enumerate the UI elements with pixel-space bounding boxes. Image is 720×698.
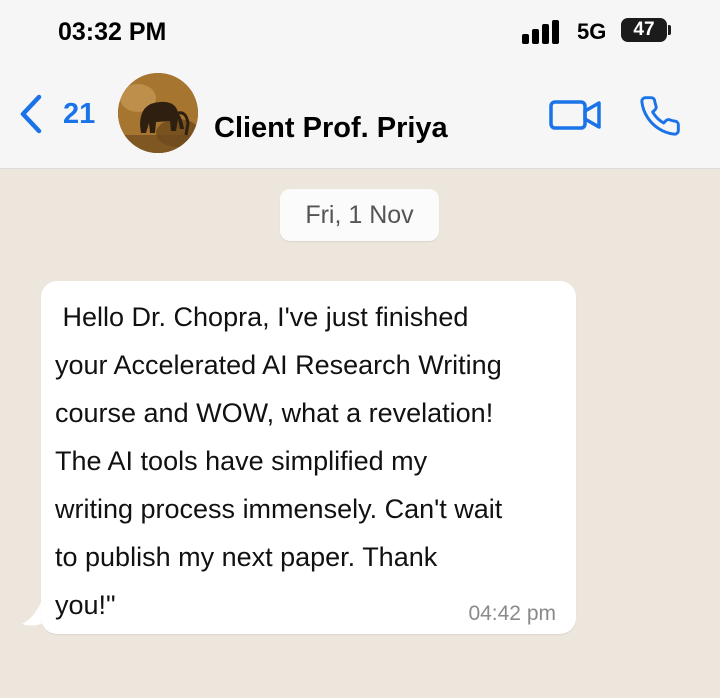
message-text: Hello Dr. Chopra, I've just finished you… [55,302,503,620]
contact-name[interactable]: Client Prof. Priya [214,112,448,145]
message-timestamp: 04:42 pm [468,602,556,625]
battery-tip [668,25,671,35]
chat-header: 21 Client Prof. Priya [0,62,720,169]
phone-icon [640,96,680,136]
date-separator: Fri, 1 Nov [280,189,439,241]
video-call-button[interactable] [549,98,603,137]
avatar[interactable] [118,73,198,153]
status-bar: 03:32 PM 5G 47 [0,0,720,62]
signal-bars-icon [522,20,559,44]
battery-icon: 47 [621,18,667,42]
status-time: 03:32 PM [58,18,167,46]
message-bubble[interactable]: Hello Dr. Chopra, I've just finished you… [41,281,576,634]
chevron-left-icon [20,94,42,134]
elephant-photo [118,73,198,153]
network-type: 5G [577,19,607,44]
voice-call-button[interactable] [636,94,684,143]
back-button[interactable] [18,94,44,134]
unread-count[interactable]: 21 [63,98,95,131]
battery-level: 47 [633,19,655,40]
video-camera-icon [549,100,601,130]
